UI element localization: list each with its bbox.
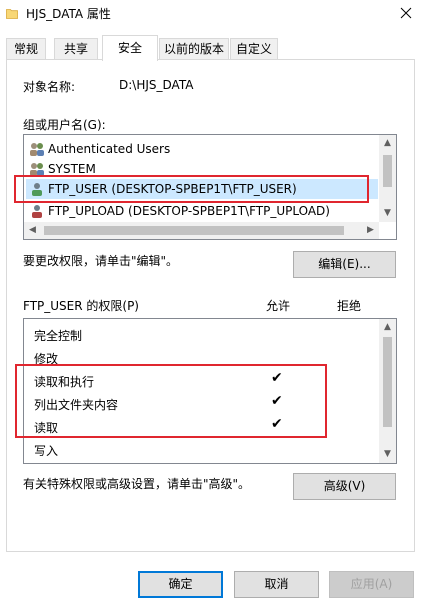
users-listbox[interactable]: Authenticated Users SYSTEM FTP_USER (DES… [23, 134, 397, 240]
scroll-down-icon[interactable]: ▼ [379, 446, 396, 463]
perm-full-control: 完全控制 [34, 329, 83, 343]
tab-customize[interactable]: 自定义 [230, 38, 278, 60]
close-icon [400, 7, 412, 19]
list-item-ftp-upload[interactable]: FTP_UPLOAD (DESKTOP-SPBEP1T\FTP_UPLOAD) [26, 201, 378, 221]
permissions-listbox[interactable]: 完全控制 修改 读取和执行 ✔ 列出文件夹内容 ✔ 读取 ✔ 写入 ▲ ▼ [23, 318, 397, 464]
users-horizontal-scrollbar[interactable]: ◀ ▶ [24, 222, 379, 239]
close-button[interactable] [394, 2, 418, 24]
permissions-vertical-scrollbar[interactable]: ▲ ▼ [379, 319, 396, 463]
scroll-thumb[interactable] [383, 155, 392, 187]
list-item-ftp-user[interactable]: FTP_USER (DESKTOP-SPBEP1T\FTP_USER) [26, 179, 378, 199]
scroll-left-icon[interactable]: ◀ [24, 222, 41, 239]
scroll-down-icon[interactable]: ▼ [379, 205, 396, 222]
allow-header: 允许 [266, 299, 291, 313]
group-users-icon [30, 143, 44, 156]
apply-button[interactable]: 应用(A) [329, 571, 414, 598]
groups-label: 组或用户名(G): [23, 118, 106, 132]
perm-write: 写入 [34, 444, 59, 458]
scroll-thumb[interactable] [383, 337, 392, 427]
list-item-authenticated-users[interactable]: Authenticated Users [26, 139, 378, 159]
perm-read: 读取 [34, 421, 59, 435]
edit-hint: 要更改权限，请单击"编辑"。 [23, 254, 179, 268]
folder-icon [6, 9, 18, 19]
list-item-system[interactable]: SYSTEM [26, 159, 378, 179]
users-vertical-scrollbar[interactable]: ▲ ▼ [379, 135, 396, 222]
tab-general[interactable]: 常规 [6, 38, 46, 60]
tab-sharing[interactable]: 共享 [54, 38, 98, 60]
window-title: HJS_DATA 属性 [26, 7, 111, 21]
scroll-up-icon[interactable]: ▲ [379, 319, 396, 336]
user-icon [32, 205, 42, 218]
group-users-icon [30, 163, 44, 176]
perm-modify: 修改 [34, 352, 59, 366]
deny-header: 拒绝 [337, 299, 362, 313]
permissions-header: FTP_USER 的权限(P) [23, 299, 139, 313]
allow-read-execute-check-icon[interactable]: ✔ [271, 370, 283, 386]
advanced-button[interactable]: 高级(V) [293, 473, 396, 500]
advanced-hint: 有关特殊权限或高级设置，请单击"高级"。 [23, 477, 251, 491]
scroll-up-icon[interactable]: ▲ [379, 135, 396, 152]
ok-button[interactable]: 确定 [138, 571, 223, 598]
tab-previous-versions[interactable]: 以前的版本 [159, 38, 229, 60]
hscroll-thumb[interactable] [44, 226, 344, 235]
edit-button[interactable]: 编辑(E)... [293, 251, 396, 278]
user-icon [32, 183, 42, 196]
allow-list-folder-check-icon[interactable]: ✔ [271, 393, 283, 409]
allow-read-check-icon[interactable]: ✔ [271, 416, 283, 432]
cancel-button[interactable]: 取消 [234, 571, 319, 598]
title-bar: HJS_DATA 属性 [0, 0, 421, 28]
object-name-label: 对象名称: [23, 80, 76, 94]
scroll-right-icon[interactable]: ▶ [362, 222, 379, 239]
perm-list-folder: 列出文件夹内容 [34, 398, 119, 412]
perm-read-execute: 读取和执行 [34, 375, 95, 389]
object-name-value: D:\HJS_DATA [119, 78, 194, 92]
tab-security[interactable]: 安全 [102, 35, 158, 61]
